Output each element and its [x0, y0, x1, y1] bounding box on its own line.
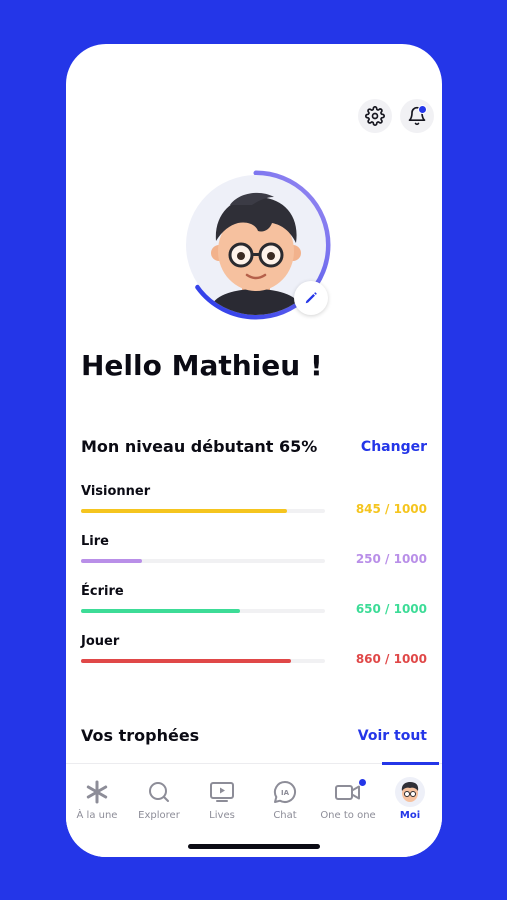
svg-text:IA: IA — [281, 789, 290, 797]
skill-value: 860 / 1000 — [355, 652, 427, 666]
see-all-trophies-link[interactable]: Voir tout — [358, 728, 427, 744]
skill-progress-track — [81, 659, 325, 663]
tab-one-to-one[interactable]: One to one — [317, 778, 379, 826]
tab-label: Lives — [209, 810, 235, 821]
tab-moi[interactable]: Moi — [379, 777, 441, 826]
skill-label: Lire — [81, 534, 109, 549]
skill-progress-fill — [81, 609, 240, 613]
skill-value: 845 / 1000 — [355, 502, 427, 516]
level-title: Mon niveau débutant 65% — [81, 437, 318, 456]
skill-row-visionner: Visionner 845 / 1000 — [81, 484, 427, 526]
skill-progress-track — [81, 609, 325, 613]
tab-label: À la une — [76, 810, 118, 821]
tv-icon — [210, 782, 234, 802]
skill-row-jouer: Jouer 860 / 1000 — [81, 634, 427, 676]
skill-progress-track — [81, 509, 325, 513]
profile-avatar-block — [180, 169, 332, 321]
skill-value: 650 / 1000 — [355, 602, 427, 616]
skill-progress-track — [81, 559, 325, 563]
notifications-button[interactable] — [400, 99, 434, 133]
tab-label: One to one — [320, 810, 376, 821]
skill-label: Écrire — [81, 584, 124, 599]
pencil-icon — [305, 292, 317, 304]
tab-label: Explorer — [138, 810, 180, 821]
level-header: Mon niveau débutant 65% Changer — [81, 437, 427, 456]
skill-value: 250 / 1000 — [355, 552, 427, 566]
change-level-link[interactable]: Changer — [361, 439, 427, 455]
phone-screen: Hello Mathieu ! Mon niveau débutant 65% … — [66, 44, 442, 857]
chat-ia-icon: IA — [273, 780, 297, 803]
trophies-title: Vos trophées — [81, 726, 200, 745]
edit-avatar-button[interactable] — [294, 281, 328, 315]
tab-label: Chat — [273, 810, 297, 821]
tab-explorer[interactable]: Explorer — [128, 778, 190, 826]
skill-row-lire: Lire 250 / 1000 — [81, 534, 427, 576]
tab-chat[interactable]: IA Chat — [254, 778, 316, 826]
tab-label: Moi — [399, 810, 421, 821]
notification-dot — [418, 105, 427, 114]
skill-progress-fill — [81, 659, 291, 663]
tab-a-la-une[interactable]: À la une — [66, 778, 128, 826]
asterisk-icon — [86, 780, 108, 804]
home-indicator — [188, 844, 320, 849]
settings-button[interactable] — [358, 99, 392, 133]
tab-lives[interactable]: Lives — [191, 778, 253, 826]
bottom-tab-bar: À la une Explorer Lives IA Chat One to o… — [66, 762, 442, 857]
skill-row-ecrire: Écrire 650 / 1000 — [81, 584, 427, 626]
skill-label: Visionner — [81, 484, 151, 499]
trophies-header: Vos trophées Voir tout — [81, 726, 427, 745]
top-actions — [358, 99, 434, 133]
greeting-title: Hello Mathieu ! — [81, 349, 323, 382]
search-icon — [149, 782, 169, 802]
skill-progress-fill — [81, 509, 288, 513]
gear-icon — [365, 106, 385, 126]
skill-progress-fill — [81, 559, 142, 563]
one-to-one-badge-dot — [358, 778, 367, 787]
avatar-icon — [395, 777, 425, 807]
skill-label: Jouer — [81, 634, 120, 649]
active-tab-indicator — [382, 762, 439, 765]
